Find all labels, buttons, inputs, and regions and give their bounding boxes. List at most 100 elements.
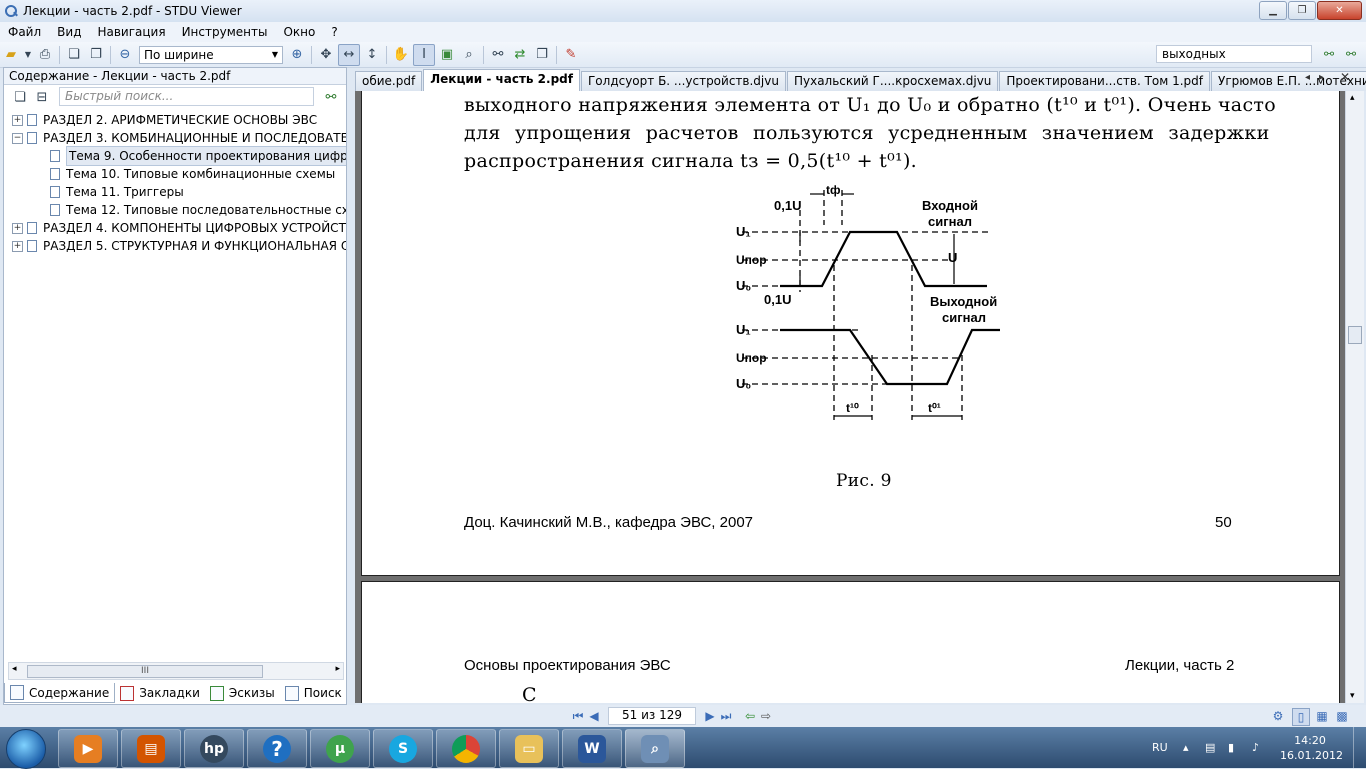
tab-search[interactable]: Поиск [280, 684, 347, 703]
menu-window[interactable]: Окно [275, 25, 323, 39]
taskbar-app-explorer[interactable]: ▭ [499, 729, 559, 768]
scroll-thumb[interactable] [1348, 326, 1362, 344]
tab-bookmarks[interactable]: Закладки [115, 684, 205, 703]
zoom-in-icon[interactable]: ⊕ [287, 45, 307, 65]
tree-item[interactable]: Тема 11. Триггеры [50, 183, 184, 201]
expand-icon[interactable]: + [12, 114, 23, 126]
fit-page-icon[interactable]: ✥ [316, 45, 336, 65]
highlight-icon[interactable]: ✎ [561, 45, 581, 65]
fit-height-icon[interactable]: ↕ [362, 45, 382, 65]
forward-icon[interactable]: ⇨ [758, 708, 774, 724]
tab-close-icon[interactable]: ✕ [1340, 70, 1350, 84]
power-icon[interactable]: ▮ [1228, 727, 1234, 768]
text-select-icon[interactable]: Ⅰ [413, 43, 435, 66]
tab-scroll-left-icon[interactable]: ◂ [1305, 72, 1310, 83]
image-select-icon[interactable]: ▣ [437, 45, 457, 65]
tree-item[interactable]: Тема 12. Типовые последовательностные сх… [50, 201, 346, 219]
doc-tab[interactable]: Проектировани...ств. Том 1.pdf [999, 71, 1211, 91]
page-header-right: Лекции, часть 2 [1125, 657, 1235, 674]
menu-tools[interactable]: Инструменты [174, 25, 276, 39]
language-indicator[interactable]: RU [1152, 727, 1168, 768]
start-button[interactable] [6, 729, 46, 769]
doc-tab-active[interactable]: Лекции - часть 2.pdf [423, 69, 580, 91]
first-page-icon[interactable]: ⏮ [570, 708, 586, 724]
taskbar-app-skype[interactable]: S [373, 729, 433, 768]
find-previous-icon[interactable]: ⚯ [1320, 45, 1338, 63]
fit-width-icon[interactable]: ↔ [338, 43, 360, 66]
settings-icon[interactable]: ⚙ [1270, 708, 1286, 724]
taskbar-app-stdu-viewer[interactable]: ⌕ [625, 729, 685, 768]
dropdown-arrow-icon[interactable]: ▼ [23, 45, 33, 65]
tree-item-selected[interactable]: Тема 9. Особенности проектирования цифро… [50, 146, 346, 166]
taskbar-app-help[interactable]: ? [247, 729, 307, 768]
menu-view[interactable]: Вид [49, 25, 89, 39]
continuous-view-icon[interactable]: ▩ [1334, 708, 1350, 724]
doc-tab[interactable]: Пухальский Г....кросхемах.djvu [786, 71, 999, 91]
copy-page-icon[interactable]: ❏ [64, 45, 84, 65]
horizontal-scrollbar[interactable]: ◂ III ▸ [8, 662, 344, 680]
menu-help[interactable]: ? [323, 25, 345, 39]
menu-navigation[interactable]: Навигация [89, 25, 173, 39]
previous-page-icon[interactable]: ◀ [586, 708, 602, 724]
clock[interactable]: 14:20 16.01.2012 [1280, 733, 1343, 763]
document-view[interactable]: выходного напряжения элемента от U₁ до U… [355, 91, 1345, 703]
next-page-icon[interactable]: ▶ [702, 708, 718, 724]
close-button[interactable]: ✕ [1317, 1, 1362, 20]
collapse-tree-icon[interactable]: ⊟ [32, 87, 52, 107]
swap-arrows-icon[interactable]: ⇄ [510, 45, 530, 65]
doc-tab[interactable]: Голдсуорт Б. ...устройств.djvu [580, 71, 786, 91]
expand-icon[interactable]: + [12, 222, 23, 234]
label-01u-bottom: 0,1U [764, 292, 791, 307]
menu-file[interactable]: Файл [0, 25, 49, 39]
maximize-button[interactable]: ❐ [1288, 1, 1316, 20]
find-next-icon[interactable]: ⚯ [1342, 45, 1360, 63]
back-icon[interactable]: ⇦ [742, 708, 758, 724]
doc-tab[interactable]: обие.pdf [355, 71, 423, 91]
binoculars-icon[interactable]: ⚯ [488, 45, 508, 65]
tree-item[interactable]: + РАЗДЕЛ 2. АРИФМЕТИЧЕСКИЕ ОСНОВЫ ЭВС [12, 111, 317, 129]
label-upor: Uпор [736, 253, 767, 267]
single-page-view-icon[interactable]: ▯ [1292, 708, 1310, 726]
tab-scroll-right-icon[interactable]: ▸ [1319, 72, 1324, 83]
scroll-left-icon[interactable]: ◂ [12, 664, 17, 674]
magnifier-icon[interactable]: ⌕ [459, 45, 479, 65]
zoom-out-icon[interactable]: ⊖ [115, 45, 135, 65]
zoom-select[interactable]: По ширине ▼ [139, 45, 283, 64]
tray-expand-icon[interactable]: ▴ [1183, 727, 1189, 768]
open-folder-icon[interactable]: ▰ [1, 45, 21, 65]
network-icon[interactable]: ▤ [1205, 727, 1215, 768]
scroll-thumb[interactable]: III [27, 665, 263, 678]
last-page-icon[interactable]: ⏭ [718, 708, 734, 724]
scroll-up-icon[interactable]: ▴ [1350, 93, 1355, 103]
vertical-scrollbar[interactable]: ▴ ▾ [1345, 91, 1364, 703]
quick-search-icon[interactable]: ⚯ [321, 87, 341, 107]
volume-icon[interactable]: ♪ [1252, 727, 1259, 768]
quick-search-input[interactable]: Быстрый поиск... [59, 87, 314, 106]
tab-thumbnails[interactable]: Эскизы [205, 684, 280, 703]
tree-item[interactable]: + РАЗДЕЛ 5. СТРУКТУРНАЯ И ФУНКЦИОНАЛЬНАЯ… [12, 237, 346, 255]
copy-page-two-icon[interactable]: ❐ [86, 45, 106, 65]
minimize-button[interactable]: ▁ [1259, 1, 1287, 20]
taskbar-app-media-player[interactable]: ▶ [58, 729, 118, 768]
hand-tool-icon[interactable]: ✋ [391, 45, 411, 65]
two-page-view-icon[interactable]: ▦ [1314, 708, 1330, 724]
page-number-input[interactable]: 51 из 129 [608, 707, 696, 725]
tree-item[interactable]: Тема 10. Типовые комбинационные схемы [50, 165, 335, 183]
scroll-right-icon[interactable]: ▸ [335, 664, 340, 674]
search-input[interactable]: выходных [1156, 45, 1312, 63]
taskbar-app-utorrent[interactable]: µ [310, 729, 370, 768]
taskbar-app-word[interactable]: W [562, 729, 622, 768]
taskbar-app-paint[interactable]: ▤ [121, 729, 181, 768]
expand-icon[interactable]: + [12, 240, 23, 252]
tree-item[interactable]: + РАЗДЕЛ 4. КОМПОНЕНТЫ ЦИФРОВЫХ УСТРОЙСТ… [12, 219, 346, 237]
taskbar-app-hp[interactable]: hp [184, 729, 244, 768]
print-icon[interactable]: ⎙ [35, 45, 55, 65]
tree-item[interactable]: − РАЗДЕЛ 3. КОМБИНАЦИОННЫЕ И ПОСЛЕДОВАТЕ… [12, 129, 346, 147]
copy-icon[interactable]: ❐ [532, 45, 552, 65]
collapse-icon[interactable]: − [12, 132, 23, 144]
taskbar-app-chrome[interactable] [436, 729, 496, 768]
tab-contents[interactable]: Содержание [4, 683, 116, 703]
show-desktop-button[interactable] [1353, 727, 1366, 768]
scroll-down-icon[interactable]: ▾ [1350, 691, 1355, 701]
expand-tree-icon[interactable]: ❏ [10, 87, 30, 107]
